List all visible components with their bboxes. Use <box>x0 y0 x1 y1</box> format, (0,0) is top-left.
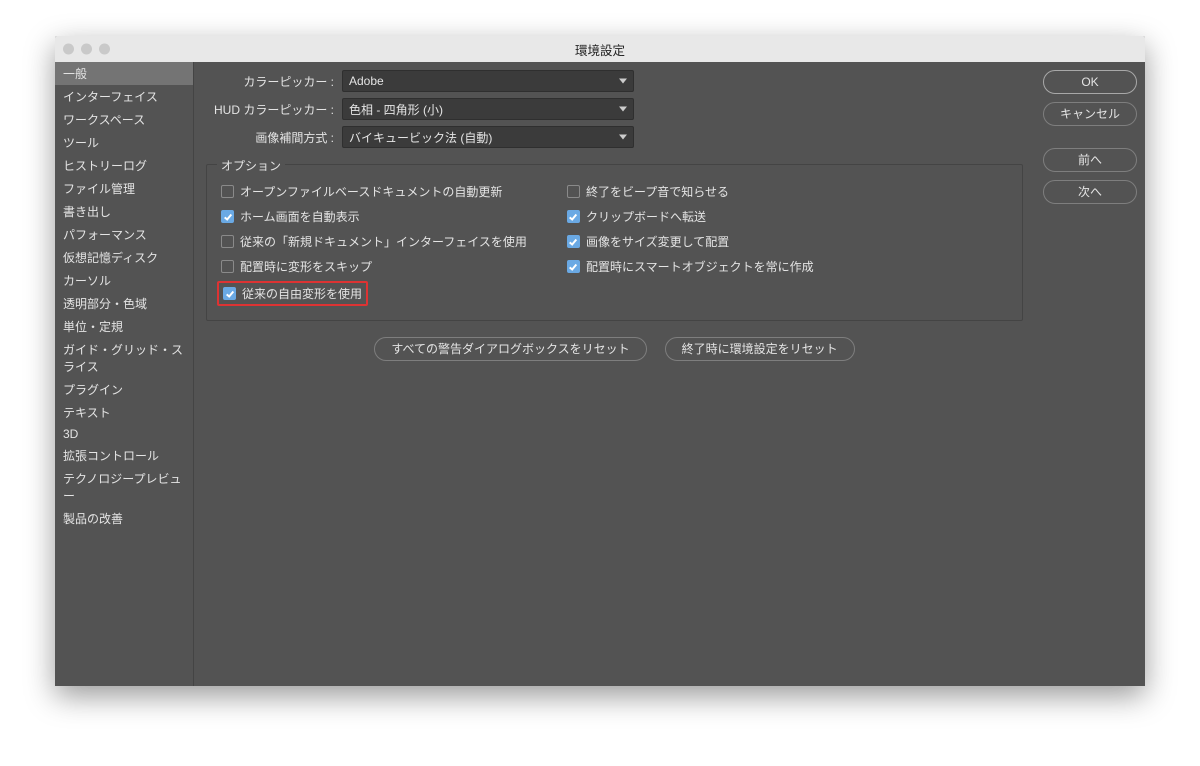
next-button[interactable]: 次へ <box>1043 180 1137 204</box>
sidebar-item-5[interactable]: ファイル管理 <box>55 177 193 200</box>
sidebar-item-11[interactable]: 単位・定規 <box>55 315 193 338</box>
hud-picker-label: HUD カラーピッカー : <box>206 101 334 118</box>
traffic-light-min[interactable] <box>81 44 92 55</box>
sidebar-item-6[interactable]: 書き出し <box>55 200 193 223</box>
reset-on-quit-button[interactable]: 終了時に環境設定をリセット <box>665 337 855 361</box>
right-buttons: OK キャンセル 前へ 次へ <box>1035 62 1145 686</box>
checkbox[interactable] <box>221 235 234 248</box>
prev-button[interactable]: 前へ <box>1043 148 1137 172</box>
sidebar-item-16[interactable]: 拡張コントロール <box>55 444 193 467</box>
checkbox-label: 従来の「新規ドキュメント」インターフェイスを使用 <box>240 233 527 250</box>
hud-picker-select[interactable]: 色相 - 四角形 (小) <box>342 98 634 120</box>
sidebar-item-1[interactable]: インターフェイス <box>55 85 193 108</box>
color-picker-select[interactable]: Adobe <box>342 70 634 92</box>
checkbox-label: 配置時に変形をスキップ <box>240 258 372 275</box>
option-right-2[interactable]: 画像をサイズ変更して配置 <box>567 233 814 250</box>
sidebar-item-10[interactable]: 透明部分・色域 <box>55 292 193 315</box>
option-left-1[interactable]: ホーム画面を自動表示 <box>221 208 527 225</box>
option-left-0[interactable]: オープンファイルベースドキュメントの自動更新 <box>221 183 527 200</box>
interp-select[interactable]: バイキュービック法 (自動) <box>342 126 634 148</box>
option-right-3[interactable]: 配置時にスマートオブジェクトを常に作成 <box>567 258 814 275</box>
sidebar-item-0[interactable]: 一般 <box>55 62 193 85</box>
option-left-3[interactable]: 配置時に変形をスキップ <box>221 258 527 275</box>
options-group: オプション オープンファイルベースドキュメントの自動更新ホーム画面を自動表示従来… <box>206 164 1023 321</box>
checkbox[interactable] <box>223 287 236 300</box>
sidebar-item-8[interactable]: 仮想記憶ディスク <box>55 246 193 269</box>
dialog-content: 一般インターフェイスワークスペースツールヒストリーログファイル管理書き出しパフォ… <box>55 62 1145 686</box>
cancel-button[interactable]: キャンセル <box>1043 102 1137 126</box>
checkbox[interactable] <box>221 260 234 273</box>
traffic-light-max[interactable] <box>99 44 110 55</box>
sidebar-item-2[interactable]: ワークスペース <box>55 108 193 131</box>
sidebar-item-3[interactable]: ツール <box>55 131 193 154</box>
checkbox-label: 画像をサイズ変更して配置 <box>586 233 729 250</box>
ok-button[interactable]: OK <box>1043 70 1137 94</box>
sidebar-item-7[interactable]: パフォーマンス <box>55 223 193 246</box>
checkbox-label: クリップボードへ転送 <box>586 208 706 225</box>
checkbox-label: ホーム画面を自動表示 <box>240 208 360 225</box>
sidebar-item-17[interactable]: テクノロジープレビュー <box>55 467 193 507</box>
options-title: オプション <box>217 157 285 174</box>
main-panel: カラーピッカー : Adobe HUD カラーピッカー : 色相 - 四角形 (… <box>194 62 1035 686</box>
highlighted-option: 従来の自由変形を使用 <box>217 281 368 306</box>
option-right-0[interactable]: 終了をビープ音で知らせる <box>567 183 814 200</box>
sidebar: 一般インターフェイスワークスペースツールヒストリーログファイル管理書き出しパフォ… <box>55 62 194 686</box>
option-right-1[interactable]: クリップボードへ転送 <box>567 208 814 225</box>
checkbox-label: 終了をビープ音で知らせる <box>586 183 729 200</box>
checkbox[interactable] <box>221 210 234 223</box>
checkbox-label: 配置時にスマートオブジェクトを常に作成 <box>586 258 814 275</box>
sidebar-item-9[interactable]: カーソル <box>55 269 193 292</box>
sidebar-item-4[interactable]: ヒストリーログ <box>55 154 193 177</box>
sidebar-item-12[interactable]: ガイド・グリッド・スライス <box>55 338 193 378</box>
checkbox[interactable] <box>567 185 580 198</box>
checkbox-label: オープンファイルベースドキュメントの自動更新 <box>240 183 502 200</box>
color-picker-label: カラーピッカー : <box>206 73 334 90</box>
checkbox[interactable] <box>567 235 580 248</box>
option-left-2[interactable]: 従来の「新規ドキュメント」インターフェイスを使用 <box>221 233 527 250</box>
reset-warnings-button[interactable]: すべての警告ダイアログボックスをリセット <box>374 337 646 361</box>
dialog-title: 環境設定 <box>575 40 625 59</box>
traffic-light-close[interactable] <box>63 44 74 55</box>
sidebar-item-13[interactable]: プラグイン <box>55 378 193 401</box>
checkbox[interactable] <box>567 260 580 273</box>
window-controls <box>63 44 110 55</box>
checkbox-label: 従来の自由変形を使用 <box>242 285 362 302</box>
preferences-dialog: 環境設定 一般インターフェイスワークスペースツールヒストリーログファイル管理書き… <box>55 36 1145 686</box>
titlebar: 環境設定 <box>55 36 1145 62</box>
checkbox[interactable] <box>221 185 234 198</box>
sidebar-item-14[interactable]: テキスト <box>55 401 193 424</box>
sidebar-item-18[interactable]: 製品の改善 <box>55 507 193 530</box>
checkbox[interactable] <box>567 210 580 223</box>
option-left-4[interactable]: 従来の自由変形を使用 <box>221 283 527 304</box>
sidebar-item-15[interactable]: 3D <box>55 424 193 444</box>
interp-label: 画像補間方式 : <box>206 129 334 146</box>
